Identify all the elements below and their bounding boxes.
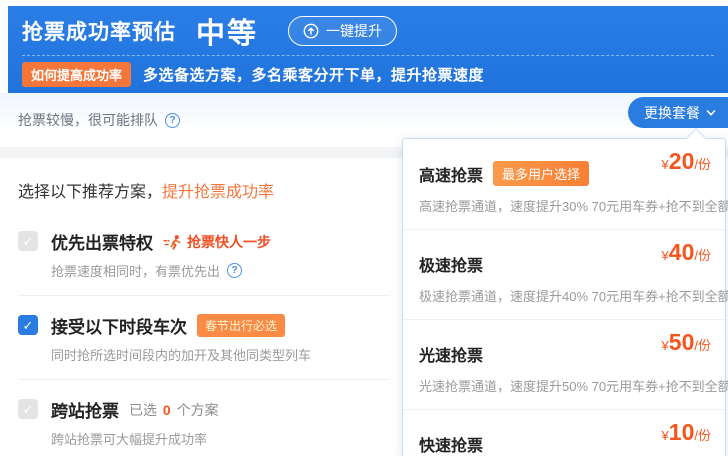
header-tip-row: 如何提高成功率 多选备选方案，多名乘客分开下单，提升抢票速度 xyxy=(22,56,714,92)
price-value: 40 xyxy=(668,239,695,265)
lightspeed-name: 光速抢票 xyxy=(419,348,484,365)
priority-badge-label: 抢票快人一步 xyxy=(187,233,271,250)
currency-symbol: ¥ xyxy=(661,338,669,353)
success-rate-header: 抢票成功率预估 中等 一键提升 如何提高成功率 多选备选方案，多名乘客分开下单，… xyxy=(8,6,728,93)
option-cross-station: ✓ 跨站抢票 已选 0 个方案 跨站抢票可大幅提升成功率 xyxy=(18,380,390,456)
change-package-button[interactable]: 更换套餐 xyxy=(628,97,728,128)
priority-help-icon[interactable]: ? xyxy=(227,263,243,278)
extreme-price: ¥40/份 xyxy=(662,239,711,266)
package-item-highspeed[interactable]: 高速抢票 最多用户选择 高速抢票通道，速度提升30% 70元用车券+抢不到全额退… xyxy=(403,139,728,230)
change-package-label: 更换套餐 xyxy=(644,104,700,121)
option-accept-timeslot: ✓ 接受以下时段车次 春节出行必选 同时抢所选时间段内的加开及其他同类型列车 xyxy=(18,296,390,380)
page-title: 抢票成功率预估 xyxy=(22,20,176,44)
timeslot-content: 接受以下时段车次 春节出行必选 同时抢所选时间段内的加开及其他同类型列车 xyxy=(51,313,311,364)
priority-desc-text: 抢票速度相同时，有票优先出 xyxy=(51,264,221,279)
timeslot-title-line: 接受以下时段车次 春节出行必选 xyxy=(51,313,311,338)
cross-station-checkbox[interactable]: ✓ xyxy=(18,399,38,419)
recommend-section: 选择以下推荐方案，提升抢票成功率 ✓ 优先出票特权 抢票快人一步 抢票速度相同时… xyxy=(0,158,402,456)
lightspeed-price: ¥50/份 xyxy=(662,329,711,356)
cross-station-title: 跨站抢票 xyxy=(51,402,119,421)
selected-prefix: 已选 xyxy=(129,401,157,418)
recommend-heading: 选择以下推荐方案，提升抢票成功率 xyxy=(18,178,402,202)
chevron-down-icon xyxy=(706,109,716,115)
price-unit: /份 xyxy=(694,157,711,172)
recommend-heading-highlight: 提升抢票成功率 xyxy=(162,184,275,201)
priority-desc: 抢票速度相同时，有票优先出 ? xyxy=(51,261,271,280)
priority-badge: 抢票快人一步 xyxy=(163,232,271,252)
queue-help-icon[interactable]: ? xyxy=(165,112,180,128)
cross-station-selected-info: 已选 0 个方案 xyxy=(129,400,219,420)
package-item-lightspeed[interactable]: 光速抢票 光速抢票通道，速度提升50% 70元用车券+抢不到全额退款 ¥50/份 xyxy=(403,320,728,410)
one-click-boost-button[interactable]: 一键提升 xyxy=(288,15,398,46)
priority-title-line: 优先出票特权 抢票快人一步 xyxy=(51,229,271,254)
timeslot-title: 接受以下时段车次 xyxy=(51,318,187,337)
runner-icon xyxy=(163,234,181,250)
cross-station-desc-text: 跨站抢票可大幅提升成功率 xyxy=(51,432,208,447)
tip-text: 多选备选方案，多名乘客分开下单，提升抢票速度 xyxy=(143,66,485,84)
cross-station-content: 跨站抢票 已选 0 个方案 跨站抢票可大幅提升成功率 xyxy=(51,397,219,448)
currency-symbol: ¥ xyxy=(661,428,669,443)
price-unit: /份 xyxy=(694,338,711,353)
success-rate-level: 中等 xyxy=(196,17,259,50)
priority-checkbox[interactable]: ✓ xyxy=(18,231,38,251)
option-priority-ticket: ✓ 优先出票特权 抢票快人一步 抢票速度相同时，有票优先出 ? xyxy=(18,212,390,296)
fast-name: 快速抢票 xyxy=(419,438,484,455)
price-value: 10 xyxy=(668,419,695,445)
highspeed-desc: 高速抢票通道，速度提升30% 70元用车券+抢不到全额退款 xyxy=(419,199,728,214)
price-value: 20 xyxy=(668,148,695,174)
price-unit: /份 xyxy=(694,428,711,443)
recommend-heading-plain: 选择以下推荐方案， xyxy=(18,184,163,201)
cross-station-title-line: 跨站抢票 已选 0 个方案 xyxy=(51,397,219,422)
package-dropdown-panel: 高速抢票 最多用户选择 高速抢票通道，速度提升30% 70元用车券+抢不到全额退… xyxy=(402,128,728,456)
package-item-fast[interactable]: 快速抢票 快速抢票通道，速度提升25% 50元用车券+抢不到全额退款 ¥10/份 xyxy=(403,410,725,456)
selected-count: 0 xyxy=(162,401,171,418)
check-icon: ✓ xyxy=(22,401,34,417)
boost-button-label: 一键提升 xyxy=(326,22,383,39)
boost-up-icon xyxy=(303,23,319,38)
cross-station-desc: 跨站抢票可大幅提升成功率 xyxy=(51,429,219,448)
queue-status-text: 抢票较慢，很可能排队 xyxy=(18,112,158,128)
timeslot-desc: 同时抢所选时间段内的加开及其他同类型列车 xyxy=(51,345,311,364)
timeslot-desc-text: 同时抢所选时间段内的加开及其他同类型列车 xyxy=(51,348,312,363)
highspeed-price: ¥20/份 xyxy=(662,148,711,175)
fast-price: ¥10/份 xyxy=(662,419,711,446)
check-icon: ✓ xyxy=(22,317,34,333)
extreme-name: 极速抢票 xyxy=(419,258,484,275)
currency-symbol: ¥ xyxy=(661,157,669,172)
package-item-extreme[interactable]: 极速抢票 极速抢票通道，速度提升40% 70元用车券+抢不到全额退款 ¥40/份 xyxy=(403,230,728,320)
highspeed-name: 高速抢票 xyxy=(419,167,484,185)
timeslot-badge: 春节出行必选 xyxy=(197,314,286,337)
check-icon: ✓ xyxy=(22,233,34,249)
currency-symbol: ¥ xyxy=(661,248,669,263)
header-title-row: 抢票成功率预估 中等 一键提升 xyxy=(22,6,714,55)
lightspeed-desc: 光速抢票通道，速度提升50% 70元用车券+抢不到全额退款 xyxy=(419,379,728,394)
timeslot-checkbox[interactable]: ✓ xyxy=(18,315,38,335)
priority-title: 优先出票特权 xyxy=(51,234,153,253)
priority-content: 优先出票特权 抢票快人一步 抢票速度相同时，有票优先出 ? xyxy=(51,229,271,280)
most-popular-badge: 最多用户选择 xyxy=(493,161,590,186)
how-to-improve-badge[interactable]: 如何提高成功率 xyxy=(22,61,132,87)
price-value: 50 xyxy=(668,329,695,355)
price-unit: /份 xyxy=(694,248,711,263)
extreme-desc: 极速抢票通道，速度提升40% 70元用车券+抢不到全额退款 xyxy=(419,289,728,304)
selected-suffix: 个方案 xyxy=(176,401,219,418)
grab-ticket-page: 抢票成功率预估 中等 一键提升 如何提高成功率 多选备选方案，多名乘客分开下单，… xyxy=(0,0,728,456)
